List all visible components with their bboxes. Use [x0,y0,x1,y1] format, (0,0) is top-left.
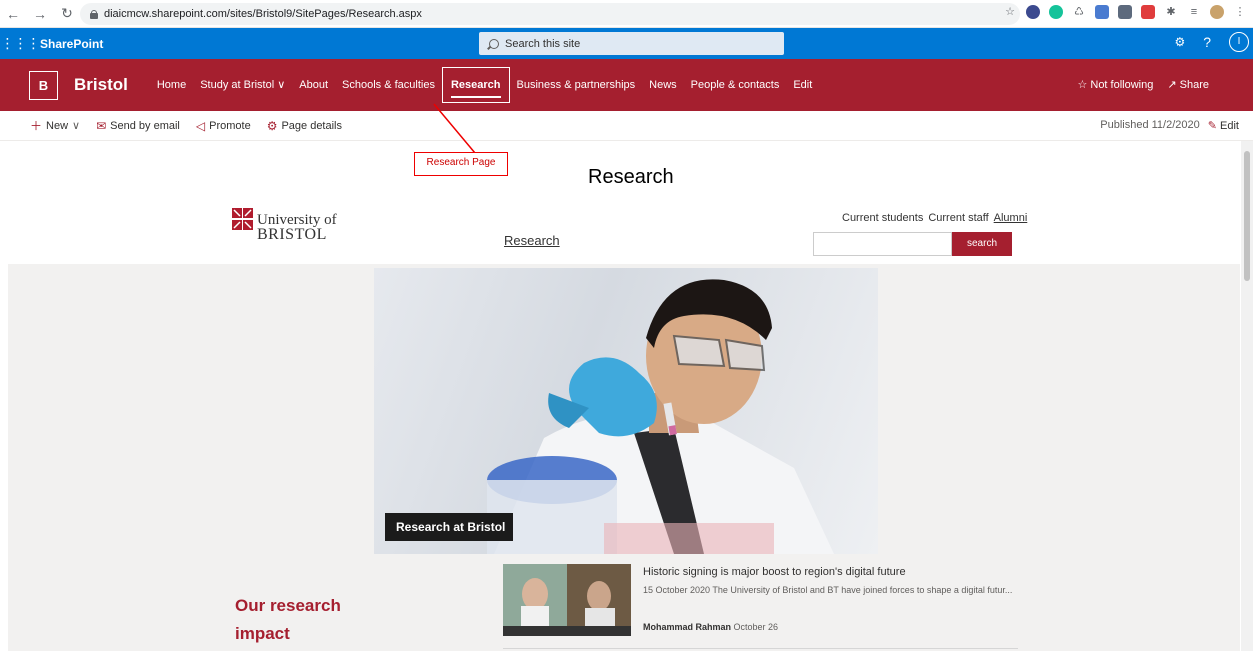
logo-text-bristol: BRISTOL [257,226,327,243]
details-label: Page details [281,119,342,132]
forward-icon[interactable]: → [33,6,47,22]
nav-edit[interactable]: Edit [786,77,819,93]
search-button[interactable]: search [952,232,1012,256]
avatar[interactable]: I [1229,32,1249,52]
command-group: ＋ New ∨ ✉ Send by email ◁ Promote ⚙ Page deta… [30,117,342,134]
nav-study-label: Study at Bristol [200,79,275,91]
publish-info: Published 11/2/2020 ✎ Edit [1100,119,1239,132]
reading-list-icon[interactable]: ≡ [1187,5,1201,19]
nav-schools-faculties[interactable]: Schools & faculties [335,77,442,93]
star-icon: ☆ [1077,79,1088,91]
nav-business-partnerships[interactable]: Business & partnerships [510,77,643,93]
extensions-bar: ☆ ♺ ✱ ≡ ⋮ [1003,5,1247,19]
promote-button[interactable]: ◁ Promote [196,119,251,133]
news-title[interactable]: Historic signing is major boost to regio… [643,566,906,578]
reload-icon[interactable]: ↻ [60,5,74,22]
extension-icon[interactable]: ♺ [1072,5,1086,19]
share-icon: ↗ [1167,79,1177,91]
profile-icon[interactable] [1210,5,1224,19]
page-title: Research [588,166,674,188]
page-details-button[interactable]: ⚙ Page details [267,119,342,133]
edit-label: Edit [1220,120,1239,132]
hero-image[interactable] [374,268,878,554]
suite-bar: ⋮⋮⋮ SharePoint Search this site ⚙ ? I [0,28,1253,59]
gear-icon: ⚙ [266,118,278,133]
nav-people-contacts[interactable]: People & contacts [684,77,787,93]
chevron-down-icon: ∨ [277,79,286,91]
send-label: Send by email [110,119,180,132]
current-students-link[interactable]: Current students [842,212,923,224]
edit-page-button[interactable]: ✎ Edit [1208,119,1239,132]
back-icon[interactable]: ← [6,6,20,22]
url-text: diaicmcw.sharepoint.com/sites/Bristol9/S… [104,8,422,20]
follow-button[interactable]: ☆ Not following [1077,78,1153,91]
search-input[interactable] [813,232,952,256]
browser-nav: ← → ↻ [0,5,74,22]
divider [503,648,1018,649]
alumni-link[interactable]: Alumni [994,212,1028,224]
help-icon[interactable]: ? [1203,34,1211,50]
scrollbar-thumb[interactable] [1244,151,1250,281]
address-bar[interactable]: diaicmcw.sharepoint.com/sites/Bristol9/S… [80,3,1020,25]
site-header: B Bristol Home Study at Bristol ∨ About … [0,59,1253,111]
news-description: 15 October 2020 The University of Bristo… [643,585,1013,595]
extension-icon[interactable] [1049,5,1063,19]
annotation-label: Research Page [414,152,508,176]
menu-icon[interactable]: ⋮ [1233,5,1247,19]
nav-research[interactable]: Research [441,67,510,103]
extension-icon[interactable] [1141,5,1155,19]
news-meta: Mohammad Rahman October 26 [643,622,778,632]
nav-news[interactable]: News [642,77,684,93]
mail-icon: ✉ [96,118,107,133]
lock-icon [90,9,98,19]
suite-actions: ⚙ ? I [1174,32,1249,52]
impact-heading: Our research impact [235,596,341,643]
extension-icon[interactable] [1095,5,1109,19]
news-date: October 26 [733,622,779,632]
published-date: Published 11/2/2020 [1100,119,1200,131]
audience-links: Current students Current staff Alumni [842,212,1027,224]
star-icon[interactable]: ☆ [1003,5,1017,19]
top-navigation: Home Study at Bristol ∨ About Schools & … [150,67,819,103]
pencil-icon: ✎ [1207,120,1217,132]
site-actions: ☆ Not following ↗ Share [1077,78,1209,91]
site-search-box[interactable]: Search this site [479,32,784,55]
extension-icon[interactable]: ✱ [1164,5,1178,19]
chevron-down-icon: ∨ [72,120,81,132]
app-launcher-icon[interactable]: ⋮⋮⋮ [0,35,41,52]
site-logo[interactable]: B [29,70,58,100]
nav-study-at-bristol[interactable]: Study at Bristol ∨ [193,77,292,93]
hero-caption: Research at Bristol [385,513,513,541]
promote-label: Promote [209,119,251,132]
news-author[interactable]: Mohammad Rahman [643,622,731,632]
new-button[interactable]: ＋ New ∨ [30,117,80,134]
hero-illustration [487,279,834,554]
current-staff-link[interactable]: Current staff [928,212,988,224]
nav-home[interactable]: Home [150,77,193,93]
site-title[interactable]: Bristol [74,75,128,95]
browser-toolbar: ← → ↻ diaicmcw.sharepoint.com/sites/Bris… [0,0,1253,28]
news-thumbnail-image [503,564,631,636]
send-email-button[interactable]: ✉ Send by email [96,119,180,133]
search-icon [489,38,499,49]
extension-icon[interactable] [1118,5,1132,19]
research-link[interactable]: Research [504,233,560,248]
settings-icon[interactable]: ⚙ [1174,35,1185,49]
command-bar: ＋ New ∨ ✉ Send by email ◁ Promote ⚙ Page deta… [0,111,1253,141]
extension-icon[interactable] [1026,5,1040,19]
search-placeholder: Search this site [505,37,581,50]
suite-brand[interactable]: SharePoint [40,37,103,51]
nav-about[interactable]: About [292,77,335,93]
scrollbar[interactable] [1241,141,1253,651]
follow-label: Not following [1090,79,1154,91]
megaphone-icon: ◁ [195,118,206,133]
share-button[interactable]: ↗ Share [1167,78,1209,91]
news-thumbnail[interactable] [503,564,631,636]
share-label: Share [1179,79,1209,91]
new-label: New [46,119,69,132]
plus-icon: ＋ [30,119,43,133]
